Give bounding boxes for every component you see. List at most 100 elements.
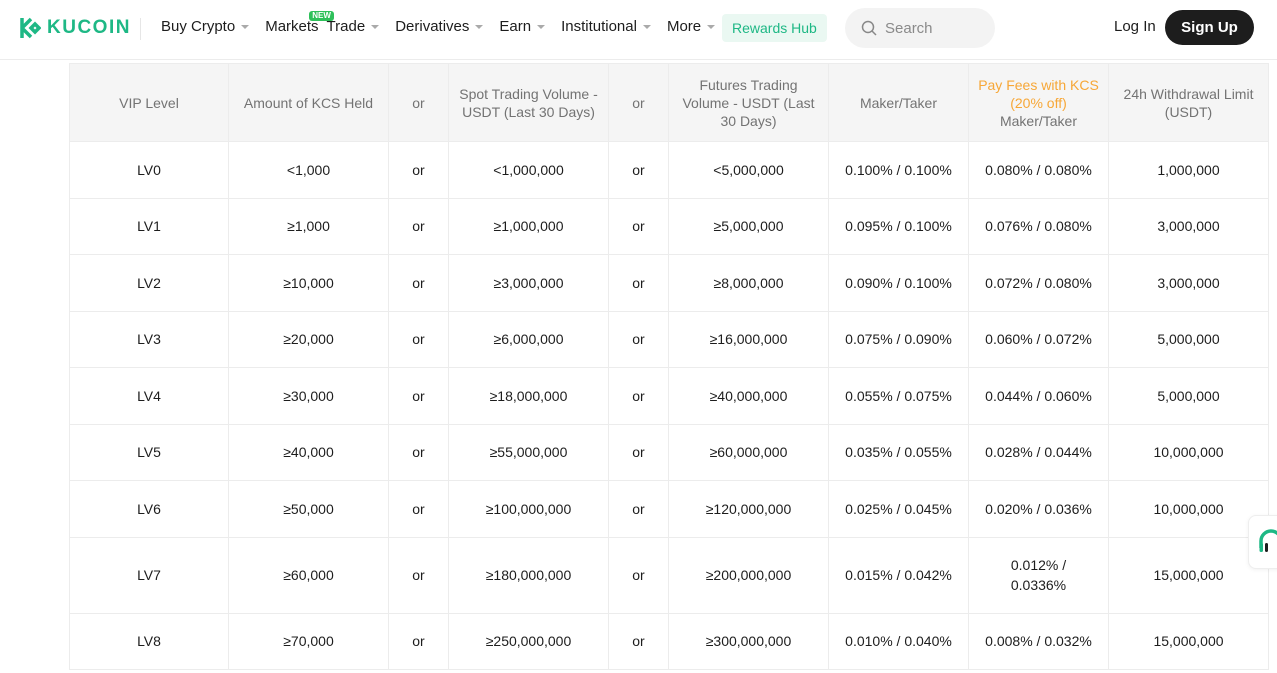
nav-item-label: More (666, 18, 702, 35)
cell-or: or (608, 536, 669, 614)
cell-kcs-held: ≥70,000 (228, 612, 389, 670)
header-maker-taker: Maker/Taker (828, 63, 969, 142)
cell-kcs-held: ≥20,000 (228, 310, 389, 368)
login-link[interactable]: Log In (1114, 18, 1156, 35)
cell-maker-taker: 0.025% / 0.045% (828, 480, 969, 538)
cell-kcs-held: ≥10,000 (228, 254, 389, 312)
cell-or: or (388, 367, 449, 425)
cell-futures-volume: ≥5,000,000 (668, 197, 829, 255)
chevron-down-icon (371, 24, 380, 29)
table-row: LV2 ≥10,000 or ≥3,000,000 or ≥8,000,000 0.090%… (69, 254, 1269, 312)
kucoin-logo[interactable]: KUCOIN (19, 16, 131, 40)
vip-fee-table: VIP Level Amount of KCS Held or Spot Tra… (69, 63, 1269, 670)
cell-spot-volume: ≥180,000,000 (448, 536, 609, 614)
rewards-hub-button[interactable]: Rewards Hub (722, 14, 827, 42)
cell-or: or (608, 423, 669, 481)
table-row: LV0 <1,000 or <1,000,000 or <5,000,000 0.100% … (69, 141, 1269, 199)
nav-item-earn[interactable]: Earn (499, 18, 546, 35)
cell-withdrawal-limit: 5,000,000 (1108, 310, 1269, 368)
nav-item-label: Derivatives (395, 18, 470, 35)
cell-kcs-maker-taker: 0.080% / 0.080% (968, 141, 1109, 199)
cell-or: or (388, 423, 449, 481)
cell-withdrawal-limit: 10,000,000 (1108, 480, 1269, 538)
cell-spot-volume: ≥1,000,000 (448, 197, 609, 255)
chevron-down-icon (642, 24, 651, 29)
cell-vip-level: LV3 (69, 310, 229, 368)
cell-kcs-maker-taker: 0.044% / 0.060% (968, 367, 1109, 425)
cell-vip-level: LV8 (69, 612, 229, 670)
cell-futures-volume: ≥8,000,000 (668, 254, 829, 312)
nav-item-label: Institutional (561, 18, 637, 35)
cell-kcs-held: ≥40,000 (228, 423, 389, 481)
cell-maker-taker: 0.015% / 0.042% (828, 536, 969, 614)
cell-kcs-held: <1,000 (228, 141, 389, 199)
cell-or: or (388, 141, 449, 199)
cell-maker-taker: 0.035% / 0.055% (828, 423, 969, 481)
nav-item-derivatives[interactable]: Derivatives (395, 18, 484, 35)
header-futures-volume: Futures Trading Volume - USDT (Last 30 D… (668, 63, 829, 142)
cell-withdrawal-limit: 3,000,000 (1108, 254, 1269, 312)
nav-item-buy-crypto[interactable]: Buy Crypto (161, 18, 250, 35)
nav-item-markets[interactable]: Markets NEW (265, 11, 334, 35)
table-header: VIP Level Amount of KCS Held or Spot Tra… (69, 63, 1269, 142)
table-row: LV1 ≥1,000 or ≥1,000,000 or ≥5,000,000 0.095% … (69, 197, 1269, 255)
kucoin-logo-icon (20, 17, 41, 39)
cell-maker-taker: 0.010% / 0.040% (828, 612, 969, 670)
headset-icon (1259, 529, 1277, 552)
cell-kcs-held: ≥50,000 (228, 480, 389, 538)
cell-kcs-maker-taker: 0.020% / 0.036% (968, 480, 1109, 538)
search-input[interactable]: Search (845, 8, 995, 48)
support-button[interactable] (1248, 515, 1277, 569)
cell-maker-taker: 0.100% / 0.100% (828, 141, 969, 199)
header-or: or (608, 63, 669, 142)
cell-kcs-maker-taker: 0.076% / 0.080% (968, 197, 1109, 255)
table-row: LV4 ≥30,000 or ≥18,000,000 or ≥40,000,000 0.05… (69, 367, 1269, 425)
header-kcs-discount: Pay Fees with KCS (20% off) (978, 76, 1099, 111)
cell-vip-level: LV5 (69, 423, 229, 481)
cell-kcs-maker-taker: 0.060% / 0.072% (968, 310, 1109, 368)
signup-button[interactable]: Sign Up (1165, 10, 1254, 45)
cell-or: or (608, 480, 669, 538)
chevron-down-icon (241, 24, 250, 29)
cell-kcs-maker-taker: 0.028% / 0.044% (968, 423, 1109, 481)
nav-item-trade[interactable]: Trade (327, 18, 380, 35)
search-icon (861, 20, 877, 36)
cell-vip-level: LV2 (69, 254, 229, 312)
header-kcs-held: Amount of KCS Held (228, 63, 389, 142)
cell-futures-volume: ≥40,000,000 (668, 367, 829, 425)
cell-vip-level: LV4 (69, 367, 229, 425)
nav-item-label: Earn (499, 18, 532, 35)
table-row: LV3 ≥20,000 or ≥6,000,000 or ≥16,000,000 0.075… (69, 310, 1269, 368)
table-row: LV5 ≥40,000 or ≥55,000,000 or ≥60,000,000 0.03… (69, 423, 1269, 481)
cell-futures-volume: <5,000,000 (668, 141, 829, 199)
cell-or: or (388, 480, 449, 538)
header-kcs-fees: Pay Fees with KCS (20% off) Maker/Taker (968, 63, 1109, 142)
cell-kcs-held: ≥30,000 (228, 367, 389, 425)
nav-item-institutional[interactable]: Institutional (561, 18, 651, 35)
cell-vip-level: LV7 (69, 536, 229, 614)
cell-kcs-maker-taker: 0.072% / 0.080% (968, 254, 1109, 312)
cell-maker-taker: 0.075% / 0.090% (828, 310, 969, 368)
cell-withdrawal-limit: 15,000,000 (1108, 536, 1269, 614)
header-spot-volume: Spot Trading Volume - USDT (Last 30 Days… (448, 63, 609, 142)
cell-or: or (388, 612, 449, 670)
cell-withdrawal-limit: 15,000,000 (1108, 612, 1269, 670)
cell-or: or (608, 367, 669, 425)
cell-or: or (608, 310, 669, 368)
table-row: LV8 ≥70,000 or ≥250,000,000 or ≥300,000,000 0.… (69, 612, 1269, 670)
cell-spot-volume: ≥3,000,000 (448, 254, 609, 312)
nav-item-more[interactable]: More (666, 18, 716, 35)
cell-spot-volume: ≥6,000,000 (448, 310, 609, 368)
cell-vip-level: LV0 (69, 141, 229, 199)
nav-item-label: Buy Crypto (161, 18, 236, 35)
cell-futures-volume: ≥200,000,000 (668, 536, 829, 614)
cell-futures-volume: ≥300,000,000 (668, 612, 829, 670)
cell-maker-taker: 0.095% / 0.100% (828, 197, 969, 255)
cell-or: or (388, 310, 449, 368)
cell-futures-volume: ≥120,000,000 (668, 480, 829, 538)
chevron-down-icon (537, 24, 546, 29)
header-withdrawal-limit: 24h Withdrawal Limit (USDT) (1108, 63, 1269, 142)
cell-or: or (608, 197, 669, 255)
search-placeholder: Search (885, 19, 933, 37)
cell-spot-volume: ≥250,000,000 (448, 612, 609, 670)
